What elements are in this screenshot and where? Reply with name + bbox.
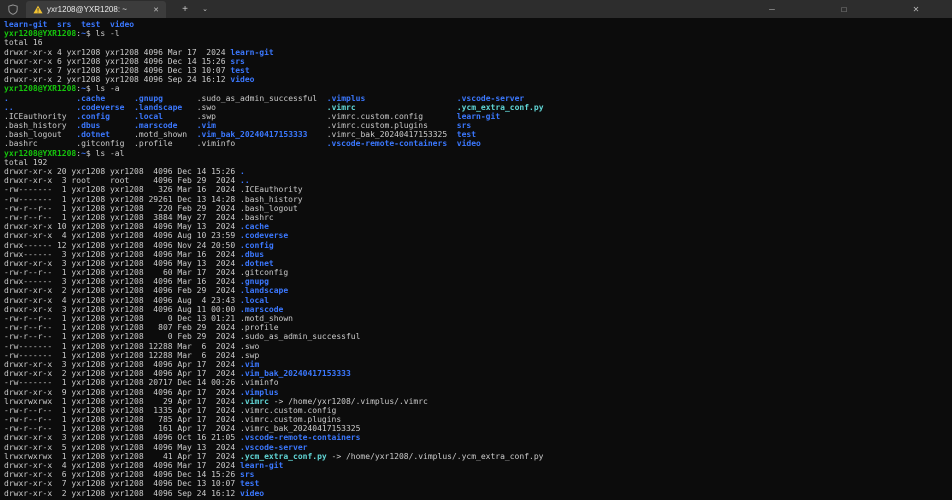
terminal-line: drwxr-xr-x 7 yxr1208 yxr1208 4096 Dec 13… xyxy=(4,66,952,75)
terminal-line: drwx------ 3 yxr1208 yxr1208 4096 Mar 16… xyxy=(4,277,952,286)
terminal-line: drwxr-xr-x 7 yxr1208 yxr1208 4096 Dec 13… xyxy=(4,479,952,488)
terminal-line: drwxr-xr-x 9 yxr1208 yxr1208 4096 Apr 17… xyxy=(4,388,952,397)
terminal-line: . .cache .gnupg .sudo_as_admin_successfu… xyxy=(4,94,952,103)
terminal-line: -rw-r--r-- 1 yxr1208 yxr1208 0 Feb 29 20… xyxy=(4,332,952,341)
terminal-line: drwxr-xr-x 4 yxr1208 yxr1208 4096 Aug 10… xyxy=(4,231,952,240)
terminal-line: drwxr-xr-x 3 yxr1208 yxr1208 4096 May 13… xyxy=(4,259,952,268)
terminal-line: drwx------ 12 yxr1208 yxr1208 4096 Nov 2… xyxy=(4,241,952,250)
terminal-line: drwxr-xr-x 4 yxr1208 yxr1208 4096 Aug 4 … xyxy=(4,296,952,305)
terminal-line: drwxr-xr-x 2 yxr1208 yxr1208 4096 Sep 24… xyxy=(4,75,952,84)
terminal-line: drwxr-xr-x 3 yxr1208 yxr1208 4096 Apr 17… xyxy=(4,360,952,369)
terminal-line: total 192 xyxy=(4,158,952,167)
terminal-line: -rw-r--r-- 1 yxr1208 yxr1208 807 Feb 29 … xyxy=(4,323,952,332)
terminal-line: drwxr-xr-x 3 yxr1208 yxr1208 4096 Aug 11… xyxy=(4,305,952,314)
terminal-output[interactable]: learn-git srs test videoyxr1208@YXR1208:… xyxy=(0,18,952,500)
terminal-line: -rw------- 1 yxr1208 yxr1208 29261 Dec 1… xyxy=(4,195,952,204)
warning-triangle-icon xyxy=(33,5,43,14)
terminal-line: -rw------- 1 yxr1208 yxr1208 20717 Dec 1… xyxy=(4,378,952,387)
terminal-line: drwxr-xr-x 2 yxr1208 yxr1208 4096 Apr 17… xyxy=(4,369,952,378)
terminal-line: .bash_history .dbus .marscode .vim .vimr… xyxy=(4,121,952,130)
minimize-button[interactable]: ─ xyxy=(736,0,808,18)
close-button[interactable]: ✕ xyxy=(880,0,952,18)
terminal-tab[interactable]: yxr1208@YXR1208: ~ ✕ xyxy=(26,1,166,18)
terminal-line: -rw------- 1 yxr1208 yxr1208 326 Mar 16 … xyxy=(4,185,952,194)
terminal-line: drwxr-xr-x 20 yxr1208 yxr1208 4096 Dec 1… xyxy=(4,167,952,176)
terminal-line: drwxr-xr-x 4 yxr1208 yxr1208 4096 Mar 17… xyxy=(4,48,952,57)
terminal-line: learn-git srs test video xyxy=(4,20,952,29)
terminal-line: drwxr-xr-x 6 yxr1208 yxr1208 4096 Dec 14… xyxy=(4,57,952,66)
tab-dropdown-button[interactable]: ⌄ xyxy=(196,0,214,18)
new-tab-button[interactable]: + xyxy=(174,0,196,18)
terminal-line: drwxr-xr-x 2 yxr1208 yxr1208 4096 Sep 24… xyxy=(4,489,952,498)
terminal-line: yxr1208@YXR1208:~$ ls -al xyxy=(4,149,952,158)
terminal-line: -rw-r--r-- 1 yxr1208 yxr1208 60 Mar 17 2… xyxy=(4,268,952,277)
terminal-line: drwx------ 3 yxr1208 yxr1208 4096 Mar 16… xyxy=(4,250,952,259)
terminal-line: drwxr-xr-x 10 yxr1208 yxr1208 4096 May 1… xyxy=(4,222,952,231)
terminal-line: drwxr-xr-x 6 yxr1208 yxr1208 4096 Dec 14… xyxy=(4,470,952,479)
terminal-line: -rw-r--r-- 1 yxr1208 yxr1208 1335 Apr 17… xyxy=(4,406,952,415)
terminal-line: -rw-r--r-- 1 yxr1208 yxr1208 220 Feb 29 … xyxy=(4,204,952,213)
tab-title: yxr1208@YXR1208: ~ xyxy=(47,5,146,14)
terminal-line: .ICEauthority .config .local .swp .vimrc… xyxy=(4,112,952,121)
tab-close-icon[interactable]: ✕ xyxy=(150,5,162,15)
terminal-line: -rw-r--r-- 1 yxr1208 yxr1208 3884 May 27… xyxy=(4,213,952,222)
terminal-line: drwxr-xr-x 2 yxr1208 yxr1208 4096 Feb 29… xyxy=(4,286,952,295)
terminal-line: drwxr-xr-x 4 yxr1208 yxr1208 4096 Mar 17… xyxy=(4,461,952,470)
terminal-line: -rw-r--r-- 1 yxr1208 yxr1208 785 Apr 17 … xyxy=(4,415,952,424)
titlebar-drag-area xyxy=(214,0,736,18)
terminal-line: -rw------- 1 yxr1208 yxr1208 12288 Mar 6… xyxy=(4,351,952,360)
terminal-line: drwxr-xr-x 3 root root 4096 Feb 29 2024 … xyxy=(4,176,952,185)
terminal-line: lrwxrwxrwx 1 yxr1208 yxr1208 29 Apr 17 2… xyxy=(4,397,952,406)
terminal-line: -rw-r--r-- 1 yxr1208 yxr1208 0 Dec 13 01… xyxy=(4,314,952,323)
shield-outline-icon xyxy=(0,0,26,18)
terminal-line: yxr1208@YXR1208:~$ ls -a xyxy=(4,84,952,93)
terminal-line: -rw------- 1 yxr1208 yxr1208 12288 Mar 6… xyxy=(4,342,952,351)
terminal-line: lrwxrwxrwx 1 yxr1208 yxr1208 41 Apr 17 2… xyxy=(4,452,952,461)
maximize-button[interactable]: □ xyxy=(808,0,880,18)
terminal-window: yxr1208@YXR1208: ~ ✕ + ⌄ ─ □ ✕ learn-git… xyxy=(0,0,952,500)
terminal-line: drwxr-xr-x 3 yxr1208 yxr1208 4096 Oct 16… xyxy=(4,433,952,442)
terminal-line: total 16 xyxy=(4,38,952,47)
terminal-line: drwxr-xr-x 5 yxr1208 yxr1208 4096 May 13… xyxy=(4,443,952,452)
titlebar: yxr1208@YXR1208: ~ ✕ + ⌄ ─ □ ✕ xyxy=(0,0,952,18)
terminal-line: yxr1208@YXR1208:~$ ls -l xyxy=(4,29,952,38)
terminal-line: .bashrc .gitconfig .profile .viminfo .vs… xyxy=(4,139,952,148)
terminal-line: .. .codeverse .landscape .swo .vimrc .yc… xyxy=(4,103,952,112)
